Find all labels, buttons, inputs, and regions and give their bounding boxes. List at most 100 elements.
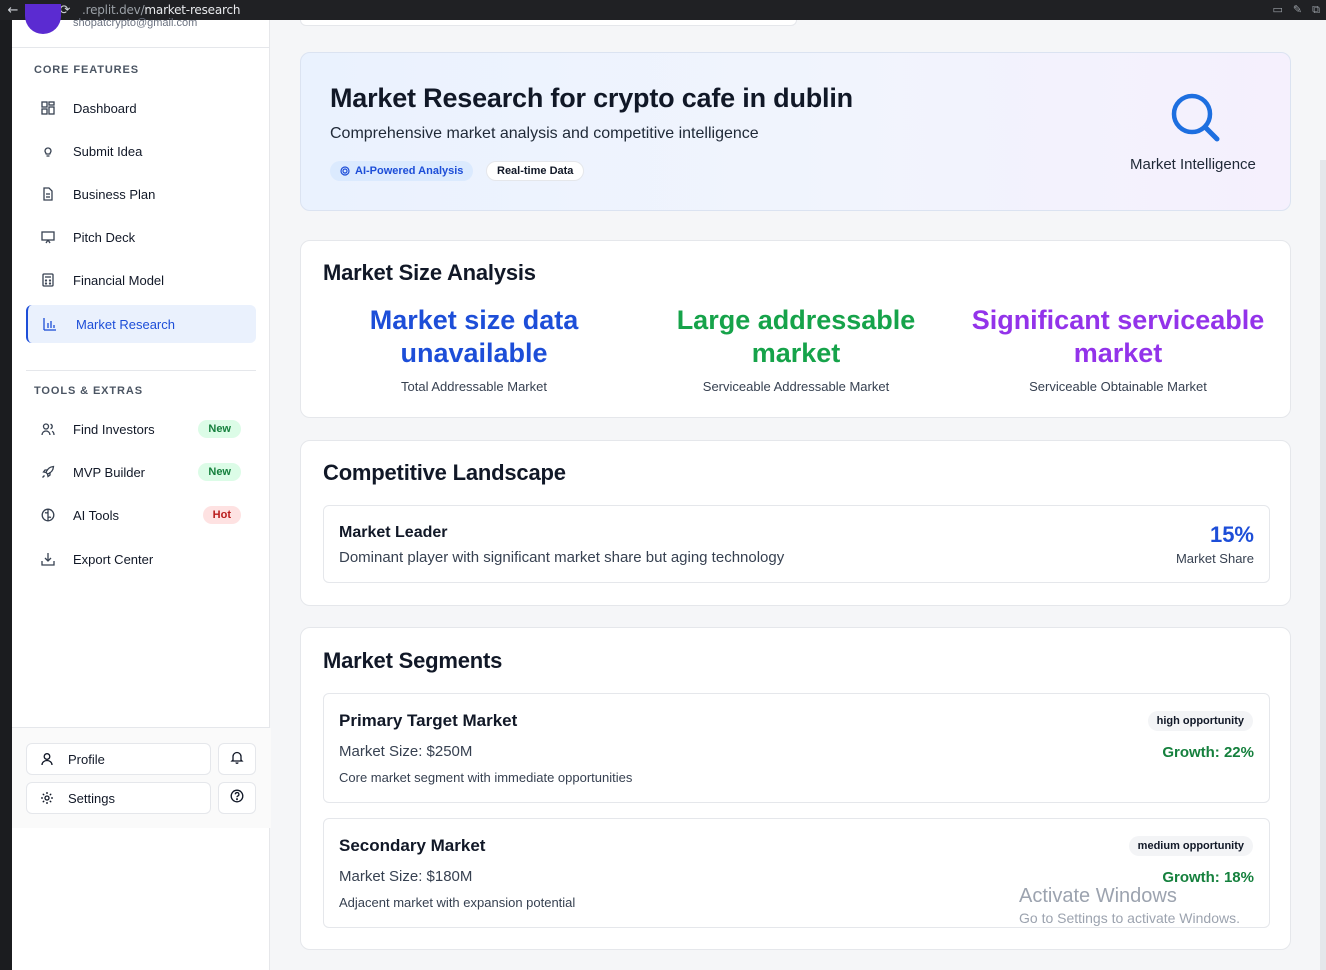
url-path: market-research: [144, 3, 241, 17]
opportunity-badge: medium opportunity: [1128, 836, 1253, 856]
market-size-title: Market Size Analysis: [323, 260, 536, 285]
download-icon: [40, 551, 56, 567]
settings-label: Settings: [68, 790, 115, 806]
install-icon[interactable]: ▭: [1273, 3, 1283, 17]
sidebar-item-pitch-deck[interactable]: Pitch Deck: [26, 218, 256, 256]
divider: [12, 47, 270, 48]
som-value: Significant serviceable market: [971, 305, 1265, 368]
sidebar-item-label: AI Tools: [73, 507, 120, 523]
sidebar-item-financial-model[interactable]: Financial Model: [26, 261, 256, 299]
market-size-card: Market Size Analysis Market size data un…: [300, 240, 1291, 418]
top-search-strip: [300, 20, 797, 26]
watermark-subtitle: Go to Settings to activate Windows.: [1019, 910, 1240, 926]
segment-growth: Growth: 22%: [1162, 744, 1254, 761]
sidebar-item-label: Export Center: [73, 551, 154, 567]
sidebar-item-label: Market Research: [76, 316, 175, 332]
tam-label: Total Addressable Market: [401, 379, 547, 394]
competitive-title: Competitive Landscape: [323, 460, 566, 485]
rocket-icon: [40, 464, 56, 480]
lightbulb-icon: [40, 143, 56, 159]
tam-value: Market size data unavailable: [369, 305, 579, 368]
calculator-icon: [40, 272, 56, 288]
opportunity-badge: high opportunity: [1147, 711, 1253, 731]
ai-powered-pill: AI-Powered Analysis: [330, 161, 474, 181]
settings-button[interactable]: Settings: [26, 782, 211, 814]
segment-size: Market Size: $180M: [339, 868, 473, 885]
users-icon: [40, 421, 56, 437]
help-icon: [230, 789, 244, 808]
competitor-item: Market Leader Dominant player with signi…: [323, 505, 1270, 583]
competitor-description: Dominant player with significant market …: [339, 549, 785, 566]
window-edge: [0, 20, 12, 970]
segment-size: Market Size: $250M: [339, 743, 473, 760]
address-bar[interactable]: .replit.dev/market-research: [82, 3, 240, 17]
sidebar-item-label: Business Plan: [73, 186, 156, 202]
dashboard-icon: [40, 100, 56, 116]
segment-item: Primary Target Market Market Size: $250M…: [323, 693, 1270, 803]
segment-description: Core market segment with immediate oppor…: [339, 770, 633, 785]
sidebar-item-find-investors[interactable]: Find Investors New: [26, 410, 256, 448]
target-icon: [340, 166, 350, 176]
ai-powered-label: AI-Powered Analysis: [355, 165, 464, 177]
gear-icon: [39, 790, 55, 806]
divider: [12, 727, 270, 728]
back-icon[interactable]: ←: [0, 3, 26, 18]
browser-toolbar: ← → ⟳ .replit.dev/market-research ▭ ✎ ⧉: [0, 0, 1326, 20]
sam-column: Large addressable market Serviceable Add…: [635, 304, 957, 394]
watermark-title: Activate Windows: [1019, 885, 1177, 907]
search-icon: [1171, 93, 1220, 142]
sidebar-item-label: Submit Idea: [73, 143, 143, 159]
url-prefix: .replit.dev/: [82, 3, 145, 17]
hero-banner: Market Research for crypto cafe in dubli…: [300, 52, 1291, 211]
sidebar-item-dashboard[interactable]: Dashboard: [26, 89, 256, 127]
segment-growth: Growth: 18%: [1162, 869, 1254, 886]
extensions-icon[interactable]: ✎: [1293, 3, 1302, 17]
activate-windows-watermark: Activate Windows Go to Settings to activ…: [1019, 885, 1240, 926]
presentation-icon: [40, 229, 56, 245]
segment-name: Primary Target Market: [339, 711, 518, 730]
page-subtitle: Comprehensive market analysis and compet…: [330, 125, 759, 142]
market-share-label: Market Share: [1175, 551, 1254, 566]
tools-extras-title: TOOLS & EXTRAS: [34, 385, 143, 397]
hot-badge: Hot: [202, 506, 241, 524]
brain-icon: [40, 507, 56, 523]
sidebar-item-label: Dashboard: [73, 100, 137, 116]
user-icon: [39, 751, 55, 767]
profile-button[interactable]: Profile: [26, 743, 211, 775]
share-icon[interactable]: ⧉: [1312, 3, 1320, 17]
browser-actions: ▭ ✎ ⧉: [1273, 3, 1326, 17]
sidebar-item-mvp-builder[interactable]: MVP Builder New: [26, 453, 256, 491]
sam-label: Serviceable Addressable Market: [702, 379, 890, 394]
bell-icon: [230, 750, 244, 769]
segments-title: Market Segments: [323, 648, 503, 673]
sidebar-item-market-research[interactable]: Market Research: [26, 305, 256, 343]
competitor-name: Market Leader: [339, 524, 448, 541]
scrollbar[interactable]: [1320, 160, 1326, 970]
sidebar-item-business-plan[interactable]: Business Plan: [26, 175, 256, 213]
profile-label: Profile: [68, 751, 105, 767]
market-share-value: 15%: [1209, 522, 1254, 547]
sidebar-item-label: Pitch Deck: [73, 229, 136, 245]
user-email: shopatcrypto@gmail.com: [73, 17, 198, 29]
bar-chart-icon: [42, 316, 58, 332]
sidebar-item-submit-idea[interactable]: Submit Idea: [26, 132, 256, 170]
realtime-pill: Real-time Data: [486, 161, 585, 181]
som-label: Serviceable Obtainable Market: [1029, 379, 1207, 394]
market-intelligence-label: Market Intelligence: [1130, 156, 1256, 173]
sidebar-item-label: Financial Model: [73, 272, 165, 288]
new-badge: New: [198, 420, 241, 438]
document-icon: [40, 186, 56, 202]
core-features-title: CORE FEATURES: [34, 64, 140, 76]
notifications-button[interactable]: [218, 743, 256, 775]
segment-description: Adjacent market with expansion potential: [339, 895, 576, 910]
sidebar-item-label: MVP Builder: [73, 464, 146, 480]
competitive-landscape-card: Competitive Landscape Market Leader Domi…: [300, 440, 1291, 606]
tam-column: Market size data unavailable Total Addre…: [313, 304, 635, 394]
segment-name: Secondary Market: [339, 836, 486, 855]
sam-value: Large addressable market: [676, 305, 916, 368]
page-title: Market Research for crypto cafe in dubli…: [330, 83, 853, 113]
help-button[interactable]: [218, 782, 256, 814]
divider: [26, 370, 256, 371]
sidebar-item-export-center[interactable]: Export Center: [26, 540, 256, 578]
sidebar-item-ai-tools[interactable]: AI Tools Hot: [26, 496, 256, 534]
